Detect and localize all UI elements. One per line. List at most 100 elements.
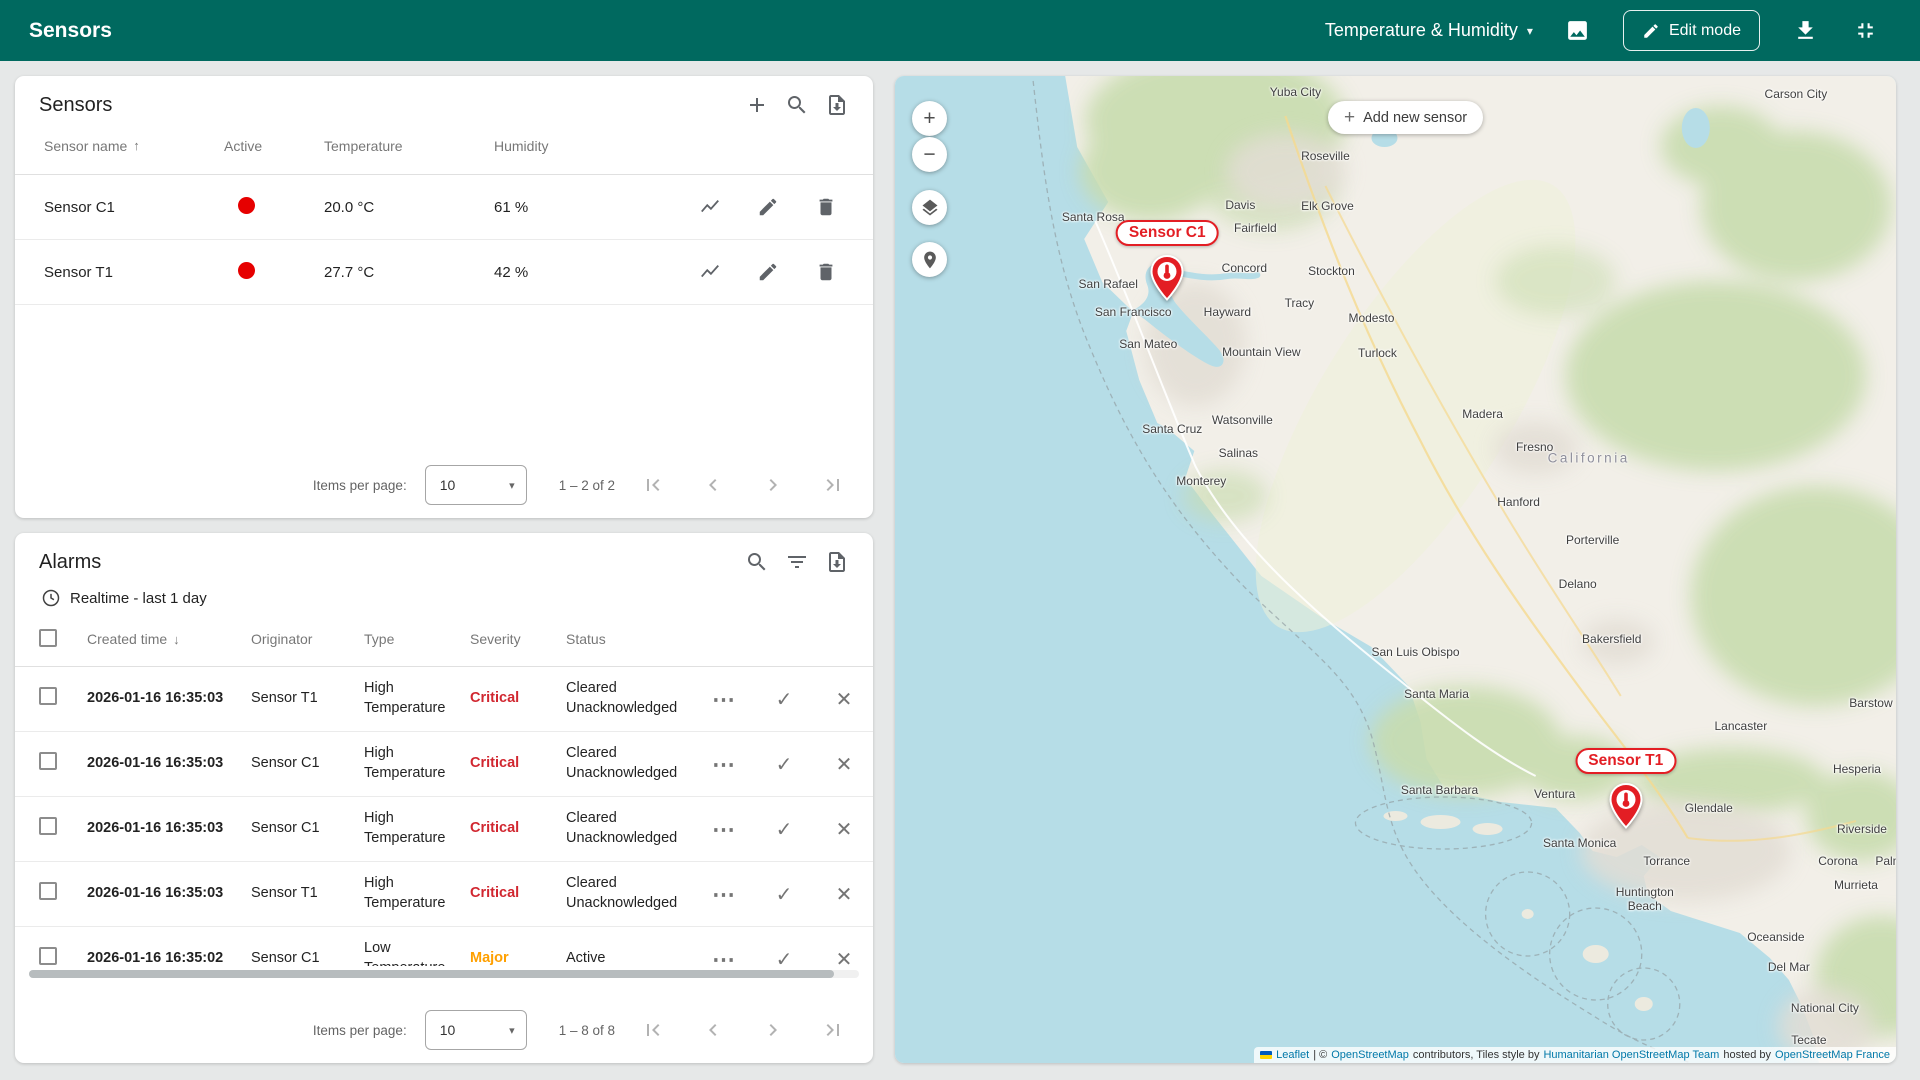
items-per-page-select[interactable]: 10 ▾ [425,1010,527,1050]
first-page-button[interactable] [641,473,665,497]
edit-sensor-button[interactable] [757,261,779,283]
map-placemark-button[interactable] [912,242,947,277]
chevron-right-icon [761,1018,785,1042]
alarm-filter-button[interactable] [785,550,809,574]
close-icon: ✕ [836,947,853,967]
alarm-row[interactable]: 2026-01-16 16:35:03 Sensor C1 High Tempe… [15,797,873,862]
alarm-details-button[interactable]: ⋯ [711,946,737,966]
alarm-row[interactable]: 2026-01-16 16:35:03 Sensor T1 High Tempe… [15,667,873,732]
dashboard-state-select[interactable]: Temperature & Humidity ▾ [1325,20,1533,41]
row-checkbox[interactable] [39,752,57,770]
scrollbar-thumb[interactable] [29,970,834,978]
alarm-row[interactable]: 2026-01-16 16:35:03 Sensor T1 High Tempe… [15,862,873,927]
download-button[interactable] [1790,16,1820,46]
temperature-column-header[interactable]: Temperature [324,138,494,154]
osm-france-link[interactable]: OpenStreetMap France [1775,1049,1890,1061]
timeseries-chart-button[interactable] [699,196,721,218]
alarm-created-time: 2026-01-16 16:35:03 [87,689,251,709]
alarm-type: High Temperature [364,744,470,783]
row-checkbox[interactable] [39,882,57,900]
created-time-column-header[interactable]: Created time ↓ [87,631,251,647]
alarm-row[interactable]: 2026-01-16 16:35:02 Sensor C1 Low Temper… [15,927,873,966]
last-page-button[interactable] [821,1018,845,1042]
state-select-label: Temperature & Humidity [1325,20,1518,41]
hot-link[interactable]: Humanitarian OpenStreetMap Team [1543,1049,1719,1061]
row-checkbox[interactable] [39,817,57,835]
osm-link[interactable]: OpenStreetMap [1331,1049,1409,1061]
type-column-header[interactable]: Type [364,631,470,647]
alarm-clear-button[interactable]: ✕ [831,881,857,907]
sensor-name-column-header[interactable]: Sensor name ↑ [44,138,224,154]
sensor-marker-t1[interactable]: Sensor T1 [1609,783,1643,829]
table-row[interactable]: Sensor T1 27.7 °C 42 % [15,240,873,305]
chevron-right-icon [761,473,785,497]
alarm-details-button[interactable]: ⋯ [711,881,737,907]
alarm-details-button[interactable]: ⋯ [711,686,737,712]
exit-fullscreen-button[interactable] [1850,16,1880,46]
filter-icon [785,550,809,574]
alarm-ack-button[interactable]: ✓ [771,946,797,966]
prev-page-button[interactable] [701,473,725,497]
alarm-clear-button[interactable]: ✕ [831,946,857,966]
more-icon: ⋯ [712,751,736,778]
humidity-column-header[interactable]: Humidity [494,138,644,154]
alarm-ack-button[interactable]: ✓ [771,816,797,842]
active-column-header[interactable]: Active [224,138,324,154]
timeseries-chart-button[interactable] [699,261,721,283]
last-page-button[interactable] [821,473,845,497]
edit-mode-button[interactable]: Edit mode [1623,10,1760,51]
originator-column-header[interactable]: Originator [251,631,364,647]
sensor-marker-c1[interactable]: Sensor C1 [1150,255,1184,301]
zoom-in-button[interactable]: + [912,101,947,136]
alarm-row[interactable]: 2026-01-16 16:35:03 Sensor C1 High Tempe… [15,732,873,797]
delete-sensor-button[interactable] [815,196,837,218]
table-row[interactable]: Sensor C1 20.0 °C 61 % [15,175,873,240]
check-icon: ✓ [776,752,793,777]
delete-sensor-button[interactable] [815,261,837,283]
leaflet-link[interactable]: Leaflet [1276,1049,1309,1061]
first-page-button[interactable] [641,1018,665,1042]
items-per-page-label: Items per page: [313,1023,407,1038]
alarm-ack-button[interactable]: ✓ [771,686,797,712]
row-checkbox[interactable] [39,947,57,965]
map-layers-button[interactable] [912,190,947,225]
prev-page-button[interactable] [701,1018,725,1042]
trend-line-icon [699,196,721,218]
screenshot-button[interactable] [1563,16,1593,46]
horizontal-scrollbar[interactable] [29,970,859,978]
timewindow-label: Realtime - last 1 day [70,590,207,607]
search-button[interactable] [785,93,809,117]
add-new-sensor-label: Add new sensor [1363,110,1467,126]
chevron-left-icon [701,1018,725,1042]
map-canvas[interactable]: Yuba CityCarson CityRosevilleDavisElk Gr… [895,76,1896,1063]
map-tiles [895,76,1896,1063]
next-page-button[interactable] [761,1018,785,1042]
export-button[interactable] [825,550,849,574]
trend-line-icon [699,261,721,283]
add-entity-button[interactable] [745,93,769,117]
alarm-clear-button[interactable]: ✕ [831,686,857,712]
alarm-details-button[interactable]: ⋯ [711,751,737,777]
alarm-details-button[interactable]: ⋯ [711,816,737,842]
zoom-out-button[interactable]: − [912,137,947,172]
alarm-ack-button[interactable]: ✓ [771,881,797,907]
alarm-ack-button[interactable]: ✓ [771,751,797,777]
add-new-sensor-button[interactable]: + Add new sensor [1328,101,1483,134]
next-page-button[interactable] [761,473,785,497]
search-button[interactable] [745,550,769,574]
ukraine-flag-icon [1260,1051,1272,1059]
timewindow-button[interactable]: Realtime - last 1 day [15,574,873,612]
alarm-created-time: 2026-01-16 16:35:03 [87,754,251,774]
alarm-severity: Critical [470,819,566,839]
row-checkbox[interactable] [39,687,57,705]
download-icon [1793,18,1818,43]
select-all-checkbox[interactable] [39,629,57,647]
alarm-clear-button[interactable]: ✕ [831,751,857,777]
status-column-header[interactable]: Status [566,631,705,647]
page-title: Sensors [29,19,112,43]
severity-column-header[interactable]: Severity [470,631,566,647]
items-per-page-select[interactable]: 10 ▾ [425,465,527,505]
edit-sensor-button[interactable] [757,196,779,218]
export-button[interactable] [825,93,849,117]
alarm-clear-button[interactable]: ✕ [831,816,857,842]
